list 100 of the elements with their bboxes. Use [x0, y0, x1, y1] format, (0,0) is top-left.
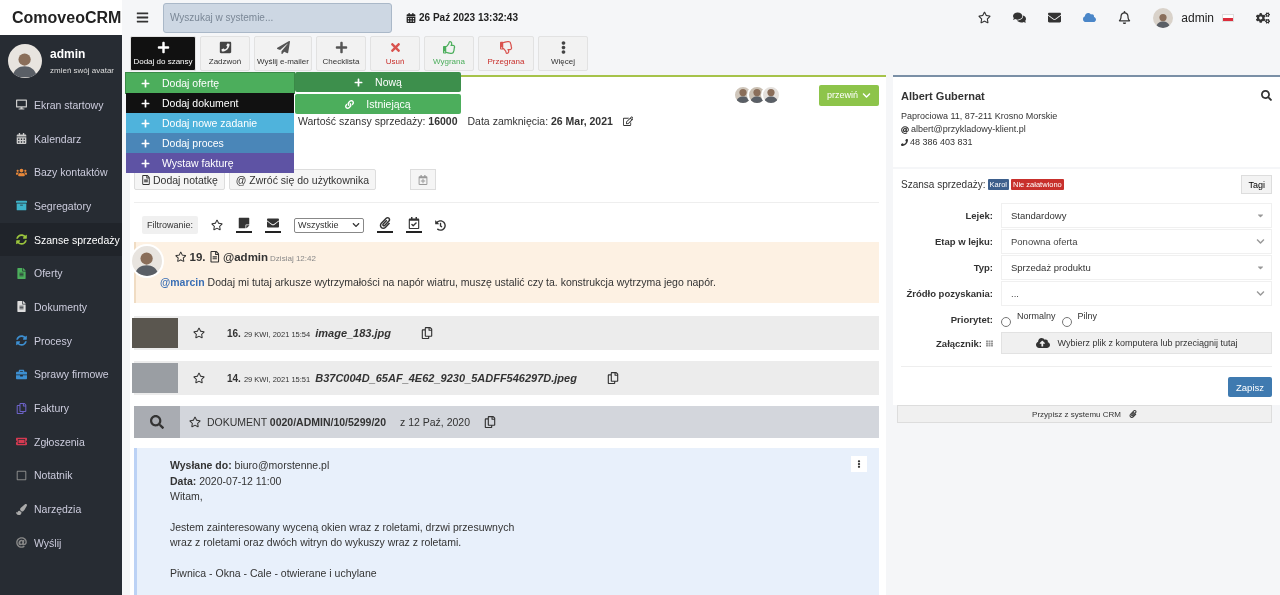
note-author: @admin Dzisiaj 12:42 — [223, 251, 316, 263]
radio-label: Normalny — [1017, 311, 1056, 321]
toolbar-button[interactable]: Przegrana — [478, 36, 534, 71]
history-icon[interactable] — [435, 219, 446, 231]
sidebar-item[interactable]: Ekran startowy — [0, 88, 122, 122]
paperclip-filter-icon[interactable] — [377, 217, 393, 233]
save-button[interactable]: Zapisz — [1228, 377, 1272, 397]
thumbs-down-icon — [499, 41, 513, 54]
search-field[interactable]: Wyszukaj w systemie... — [163, 2, 392, 33]
cloud-icon[interactable] — [1083, 11, 1097, 24]
monitor-icon — [16, 99, 27, 111]
opportunity-label: Szansa sprzedaży: — [901, 179, 986, 190]
paperclip-icon — [1128, 410, 1137, 418]
envelope-icon[interactable] — [1048, 11, 1062, 24]
sidebar-item[interactable]: Procesy — [0, 323, 122, 358]
select-field[interactable]: Ponowna oferta — [1001, 229, 1272, 254]
user-name[interactable]: admin — [1181, 10, 1214, 25]
search-button[interactable] — [134, 406, 180, 438]
mention-button[interactable]: @ Zwróć się do użytkownika — [228, 169, 376, 190]
ticket-icon — [16, 436, 27, 448]
toolbar-button[interactable]: Więcej — [538, 36, 588, 71]
menu-icon[interactable] — [136, 11, 149, 24]
note-filter-icon[interactable] — [236, 217, 252, 233]
chevron-down-icon — [862, 90, 871, 100]
chat-icon[interactable] — [1013, 11, 1027, 24]
plus-icon — [141, 98, 150, 108]
grid-icon — [986, 339, 993, 347]
search-icon[interactable] — [1261, 90, 1272, 101]
flag-icon[interactable] — [1222, 13, 1234, 22]
more-button[interactable] — [851, 456, 867, 472]
document-date: z 12 Paź, 2020 — [400, 416, 471, 428]
calendar-icon — [16, 133, 27, 145]
copy-icon[interactable] — [484, 416, 497, 428]
select-field[interactable]: ... — [1001, 281, 1272, 306]
user-avatar[interactable] — [8, 43, 42, 78]
toolbar-button[interactable]: Checklista — [316, 36, 366, 71]
menu-item[interactable]: Wystaw fakturę — [126, 153, 294, 173]
plus-icon — [141, 78, 150, 88]
sidebar-item[interactable]: Faktury — [0, 391, 122, 425]
toolbar-button[interactable]: Wyślij e-mailer — [254, 36, 312, 71]
select-field[interactable]: Standardowy — [1001, 203, 1272, 228]
sidebar-item[interactable]: Kalendarz — [0, 121, 122, 156]
change-avatar-link[interactable]: zmień swój avatar — [50, 65, 115, 75]
calendar-plus-icon — [418, 174, 428, 185]
phone-icon — [901, 139, 908, 146]
sidebar-item[interactable]: Wyślij — [0, 525, 122, 560]
calendar-filter-icon[interactable] — [406, 217, 422, 233]
sidebar-item[interactable]: Sprawy firmowe — [0, 357, 122, 392]
filter-label: Filtrowanie: — [142, 216, 198, 234]
star-icon[interactable] — [211, 219, 223, 231]
plus-icon — [141, 118, 150, 128]
sidebar-item[interactable]: Narzędzia — [0, 492, 122, 526]
assign-bar[interactable]: Przypisz z systemu CRM — [897, 405, 1272, 423]
star-icon[interactable] — [193, 327, 205, 339]
chevron-down-icon — [1256, 289, 1265, 298]
toolbar-button[interactable]: Zadzwoń — [200, 36, 250, 71]
tags-button[interactable]: Tagi — [1241, 175, 1272, 194]
envelope-filter-icon[interactable] — [265, 217, 281, 233]
chevron-down-icon — [352, 221, 360, 229]
calendar-add-button[interactable] — [410, 169, 436, 190]
radio-button[interactable] — [1001, 317, 1011, 327]
sidebar-item[interactable]: Zgłoszenia — [0, 424, 122, 459]
copy-icon[interactable] — [606, 372, 619, 384]
user-avatar[interactable] — [1153, 7, 1174, 28]
sidebar-item[interactable]: Szanse sprzedaży — [0, 222, 122, 257]
email-text: Witam, — [170, 489, 203, 504]
note-text: @marcin Dodaj mi tutaj arkusze wytrzymałości na napór wiatru, muszę ustalić czy ta. konstrukcja wytrzyma jego napór. — [160, 276, 717, 288]
contact-address: Paprociowa 11, 87-211 Krosno Morskie — [901, 110, 1059, 123]
plus-icon — [354, 77, 364, 87]
settings-icon[interactable] — [1256, 10, 1270, 25]
sidebar-item[interactable]: Oferty — [0, 256, 122, 291]
sidebar-item[interactable]: Notatnik — [0, 458, 122, 493]
radio-button[interactable] — [1061, 317, 1072, 327]
sidebar-item[interactable]: Dokumenty — [0, 290, 122, 324]
calendar-icon — [406, 12, 416, 23]
type-select[interactable]: Wszystkie — [294, 217, 364, 233]
field-label: Typ: — [972, 262, 993, 273]
plus-icon — [334, 41, 348, 54]
plus-icon — [156, 41, 170, 54]
edit-icon[interactable] — [622, 115, 634, 127]
toolbar-button[interactable]: Dodaj do szansy — [130, 36, 196, 71]
contact-name: Albert Gubernat — [901, 90, 985, 103]
file-dropzone[interactable]: Wybierz plik z komputera lub przeciągnij tutaj — [1001, 332, 1272, 354]
app-logo: ComoveoCRM — [0, 0, 122, 35]
star-icon[interactable] — [978, 11, 992, 24]
sidebar-item[interactable]: Bazy kontaktów — [0, 155, 122, 190]
toolbar-button[interactable]: Usuń — [370, 36, 420, 71]
submenu-item[interactable]: Nową — [295, 72, 461, 92]
star-icon[interactable] — [193, 372, 205, 384]
close-icon — [388, 41, 402, 54]
menu-item[interactable]: Dodaj proces — [126, 133, 294, 153]
radio-label: Pilny — [1077, 311, 1098, 321]
menu-item[interactable]: Dodaj dokument — [126, 93, 294, 113]
bell-icon[interactable] — [1118, 11, 1132, 24]
star-icon[interactable] — [175, 251, 187, 263]
star-icon[interactable] — [189, 416, 201, 428]
select-field[interactable]: Sprzedaż produktu — [1001, 255, 1272, 280]
chevron-down-icon — [1256, 237, 1265, 246]
copy-icon[interactable] — [421, 327, 434, 339]
sidebar-item[interactable]: Segregatory — [0, 189, 122, 223]
